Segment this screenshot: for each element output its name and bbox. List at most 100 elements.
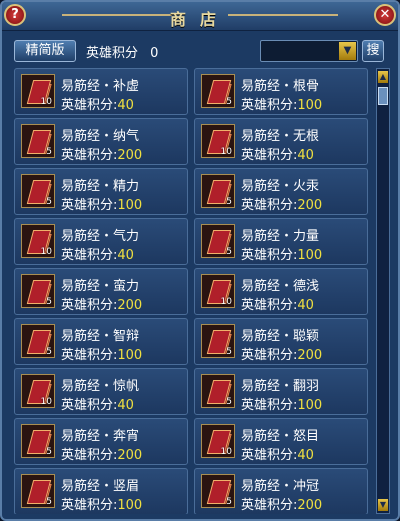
item-price-value: 40 xyxy=(117,248,134,263)
scroll-down-icon[interactable]: ▼ xyxy=(378,499,388,511)
item-quantity: 5 xyxy=(46,197,52,207)
item-price-label: 英雄积分: xyxy=(61,398,118,413)
item-price-label: 英雄积分: xyxy=(241,198,298,213)
item-name: 易筋经・火汞 xyxy=(241,179,320,194)
shop-window: 商店 ? ✕ 精简版 英雄积分 0 ▼ 搜 10 易筋经・补虚 英雄积分:40 5 易筋… xyxy=(0,0,400,521)
item-price-value: 100 xyxy=(297,248,323,263)
item-price: 英雄积分:40 xyxy=(61,94,134,113)
simple-mode-button[interactable]: 精简版 xyxy=(14,40,76,62)
hero-points-display: 英雄积分 0 xyxy=(86,42,158,61)
item-price-value: 100 xyxy=(297,398,323,413)
item-price: 英雄积分:100 xyxy=(61,194,142,213)
item-price-value: 200 xyxy=(297,198,323,213)
item-price: 英雄积分:100 xyxy=(61,344,142,363)
scroll-up-icon[interactable]: ▲ xyxy=(378,71,388,83)
help-button[interactable]: ? xyxy=(4,4,26,26)
item-quantity: 5 xyxy=(46,297,52,307)
item-price-label: 英雄积分: xyxy=(61,248,118,263)
book-icon: 5 xyxy=(201,224,235,258)
item-price-label: 英雄积分: xyxy=(241,448,298,463)
shop-item[interactable]: 5 易筋经・奔宵 英雄积分:200 xyxy=(14,418,188,465)
shop-item[interactable]: 5 易筋经・冲冠 英雄积分:200 xyxy=(194,468,368,514)
item-price-label: 英雄积分: xyxy=(61,148,118,163)
item-price: 英雄积分:40 xyxy=(61,394,134,413)
shop-item[interactable]: 5 易筋经・力量 英雄积分:100 xyxy=(194,218,368,265)
item-price-label: 英雄积分: xyxy=(61,348,118,363)
item-name: 易筋经・蛮力 xyxy=(61,279,140,294)
item-price: 英雄积分:40 xyxy=(241,444,314,463)
shop-item[interactable]: 10 易筋经・补虚 英雄积分:40 xyxy=(14,68,188,115)
item-price: 英雄积分:40 xyxy=(241,144,314,163)
item-name: 易筋经・竖眉 xyxy=(61,479,140,494)
book-icon: 10 xyxy=(201,274,235,308)
item-name: 易筋经・惊帆 xyxy=(61,379,140,394)
item-name: 易筋经・补虚 xyxy=(61,79,140,94)
item-quantity: 10 xyxy=(220,447,232,457)
item-price: 英雄积分:40 xyxy=(61,244,134,263)
shop-item[interactable]: 10 易筋经・无根 英雄积分:40 xyxy=(194,118,368,165)
item-price-label: 英雄积分: xyxy=(61,298,118,313)
item-price-label: 英雄积分: xyxy=(241,348,298,363)
item-price-value: 100 xyxy=(117,348,143,363)
book-icon: 5 xyxy=(201,474,235,508)
item-price: 英雄积分:200 xyxy=(241,494,322,513)
item-price-value: 40 xyxy=(117,398,134,413)
shop-item[interactable]: 5 易筋经・聪颖 英雄积分:200 xyxy=(194,318,368,365)
item-name: 易筋经・根骨 xyxy=(241,79,320,94)
item-price-label: 英雄积分: xyxy=(241,248,298,263)
item-price-value: 200 xyxy=(297,498,323,513)
book-icon: 5 xyxy=(21,174,55,208)
shop-item[interactable]: 5 易筋经・蛮力 英雄积分:200 xyxy=(14,268,188,315)
item-quantity: 5 xyxy=(46,347,52,357)
item-name: 易筋经・无根 xyxy=(241,129,320,144)
shop-item[interactable]: 5 易筋经・根骨 英雄积分:100 xyxy=(194,68,368,115)
item-list: 10 易筋经・补虚 英雄积分:40 5 易筋经・根骨 英雄积分:100 5 易筋经・纳气 英雄积… xyxy=(14,68,372,514)
scroll-thumb[interactable] xyxy=(378,87,388,105)
shop-item[interactable]: 10 易筋经・惊帆 英雄积分:40 xyxy=(14,368,188,415)
shop-item[interactable]: 5 易筋经・火汞 英雄积分:200 xyxy=(194,168,368,215)
hero-points-value: 0 xyxy=(150,46,159,61)
item-name: 易筋经・纳气 xyxy=(61,129,140,144)
item-price-label: 英雄积分: xyxy=(241,398,298,413)
item-quantity: 10 xyxy=(220,297,232,307)
shop-item[interactable]: 10 易筋经・怒目 英雄积分:40 xyxy=(194,418,368,465)
search-button[interactable]: 搜 xyxy=(362,40,384,62)
item-price-value: 100 xyxy=(117,198,143,213)
item-price-value: 200 xyxy=(117,448,143,463)
item-price-label: 英雄积分: xyxy=(61,498,118,513)
item-quantity: 5 xyxy=(46,497,52,507)
item-name: 易筋经・怒目 xyxy=(241,429,320,444)
item-quantity: 5 xyxy=(226,247,232,257)
book-icon: 10 xyxy=(21,374,55,408)
close-button[interactable]: ✕ xyxy=(374,4,396,26)
item-price: 英雄积分:200 xyxy=(61,144,142,163)
shop-item[interactable]: 10 易筋经・德浅 英雄积分:40 xyxy=(194,268,368,315)
item-price-label: 英雄积分: xyxy=(241,98,298,113)
search-input[interactable]: ▼ xyxy=(260,40,358,62)
item-quantity: 5 xyxy=(226,497,232,507)
item-price-value: 200 xyxy=(297,348,323,363)
item-price: 英雄积分:200 xyxy=(61,444,142,463)
item-price-label: 英雄积分: xyxy=(61,98,118,113)
book-icon: 5 xyxy=(201,74,235,108)
title-bar: 商店 ? ✕ xyxy=(2,2,398,31)
item-quantity: 10 xyxy=(220,147,232,157)
book-icon: 5 xyxy=(201,324,235,358)
shop-item[interactable]: 5 易筋经・竖眉 英雄积分:100 xyxy=(14,468,188,514)
shop-item[interactable]: 5 易筋经・纳气 英雄积分:200 xyxy=(14,118,188,165)
scrollbar[interactable]: ▲ ▼ xyxy=(376,68,390,514)
shop-item[interactable]: 10 易筋经・气力 英雄积分:40 xyxy=(14,218,188,265)
item-price: 英雄积分:100 xyxy=(241,94,322,113)
item-price-label: 英雄积分: xyxy=(61,198,118,213)
item-price-value: 40 xyxy=(297,448,314,463)
book-icon: 5 xyxy=(21,424,55,458)
item-price: 英雄积分:200 xyxy=(61,294,142,313)
book-icon: 5 xyxy=(201,174,235,208)
item-name: 易筋经・聪颖 xyxy=(241,329,320,344)
item-name: 易筋经・翻羽 xyxy=(241,379,320,394)
shop-item[interactable]: 5 易筋经・智辩 英雄积分:100 xyxy=(14,318,188,365)
dropdown-icon[interactable]: ▼ xyxy=(339,42,356,60)
shop-item[interactable]: 5 易筋经・翻羽 英雄积分:100 xyxy=(194,368,368,415)
shop-item[interactable]: 5 易筋经・精力 英雄积分:100 xyxy=(14,168,188,215)
item-price: 英雄积分:200 xyxy=(241,194,322,213)
